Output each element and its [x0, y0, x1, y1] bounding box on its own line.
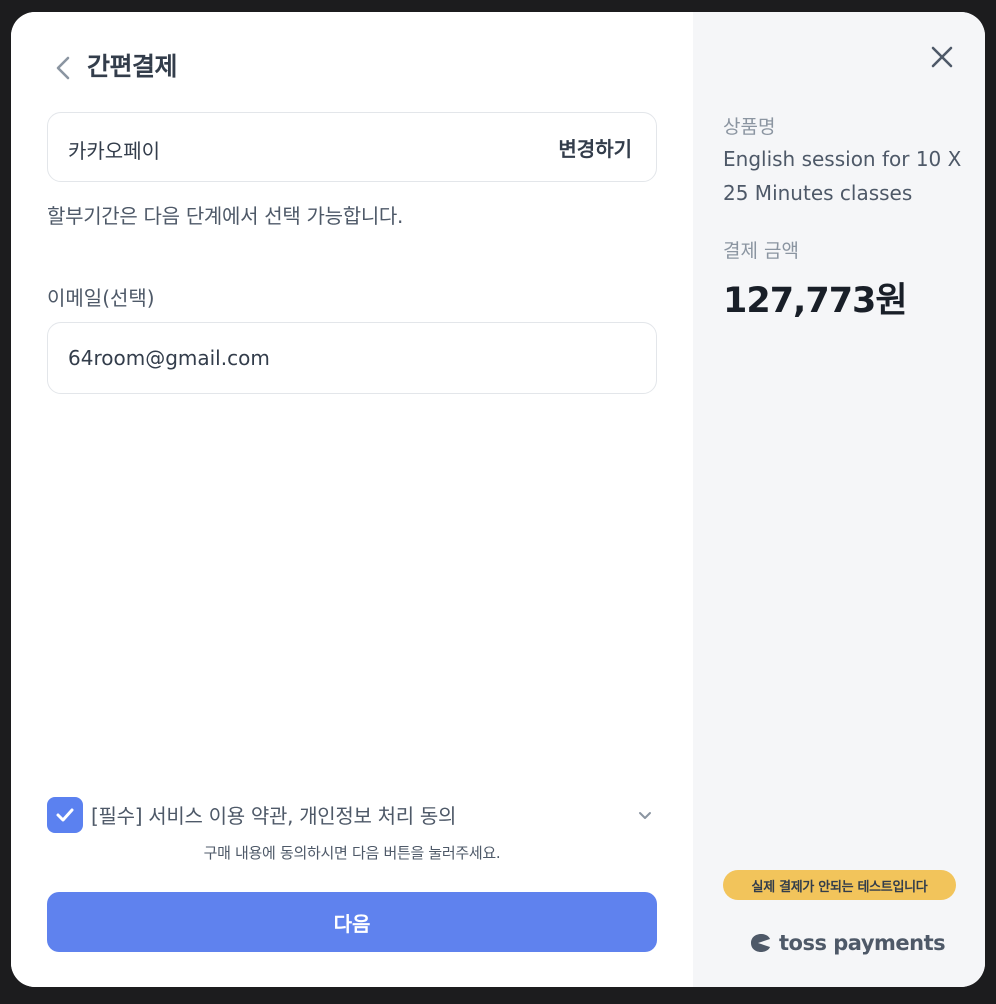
next-button[interactable]: 다음 — [47, 892, 657, 952]
payment-method-box: 카카오페이 변경하기 — [47, 112, 657, 182]
email-label: 이메일(선택) — [47, 286, 155, 310]
payment-form-panel: 간편결제 카카오페이 변경하기 할부기간은 다음 단계에서 선택 가능합니다. … — [11, 12, 693, 987]
payment-modal: 간편결제 카카오페이 변경하기 할부기간은 다음 단계에서 선택 가능합니다. … — [11, 12, 985, 987]
brand-logo: toss payments — [748, 928, 946, 958]
email-field[interactable] — [47, 322, 657, 394]
amount-value: 127,773원 — [723, 281, 908, 321]
installment-note: 할부기간은 다음 단계에서 선택 가능합니다. — [47, 204, 404, 228]
brand-name: toss payments — [779, 931, 946, 955]
agreement-guide: 구매 내용에 동의하시면 다음 버튼을 눌러주세요. — [203, 844, 501, 862]
chevron-left-icon — [56, 56, 70, 80]
back-button[interactable] — [49, 52, 77, 84]
change-method-button[interactable]: 변경하기 — [558, 133, 632, 162]
amount-label: 결제 금액 — [723, 240, 799, 262]
product-name: English session for 10 X 25 Minutes clas… — [723, 147, 962, 205]
close-button[interactable] — [927, 42, 957, 72]
agreement-checkbox[interactable] — [47, 797, 83, 833]
check-icon — [56, 808, 74, 822]
test-mode-badge: 실제 결제가 안되는 테스트입니다 — [723, 870, 956, 900]
chevron-down-icon — [639, 812, 651, 819]
payment-method-name: 카카오페이 — [68, 139, 160, 163]
product-label: 상품명 — [723, 116, 776, 138]
toss-logo-icon — [751, 934, 770, 952]
page-title: 간편결제 — [87, 52, 178, 81]
order-summary-panel: 상품명 English session for 10 X 25 Minutes … — [693, 12, 985, 987]
agreement-label: [필수] 서비스 이용 약관, 개인정보 처리 동의 — [91, 804, 457, 828]
agreement-expand-button[interactable] — [633, 804, 657, 828]
close-icon — [931, 46, 953, 68]
agreement-row: [필수] 서비스 이용 약관, 개인정보 처리 동의 — [47, 796, 657, 834]
